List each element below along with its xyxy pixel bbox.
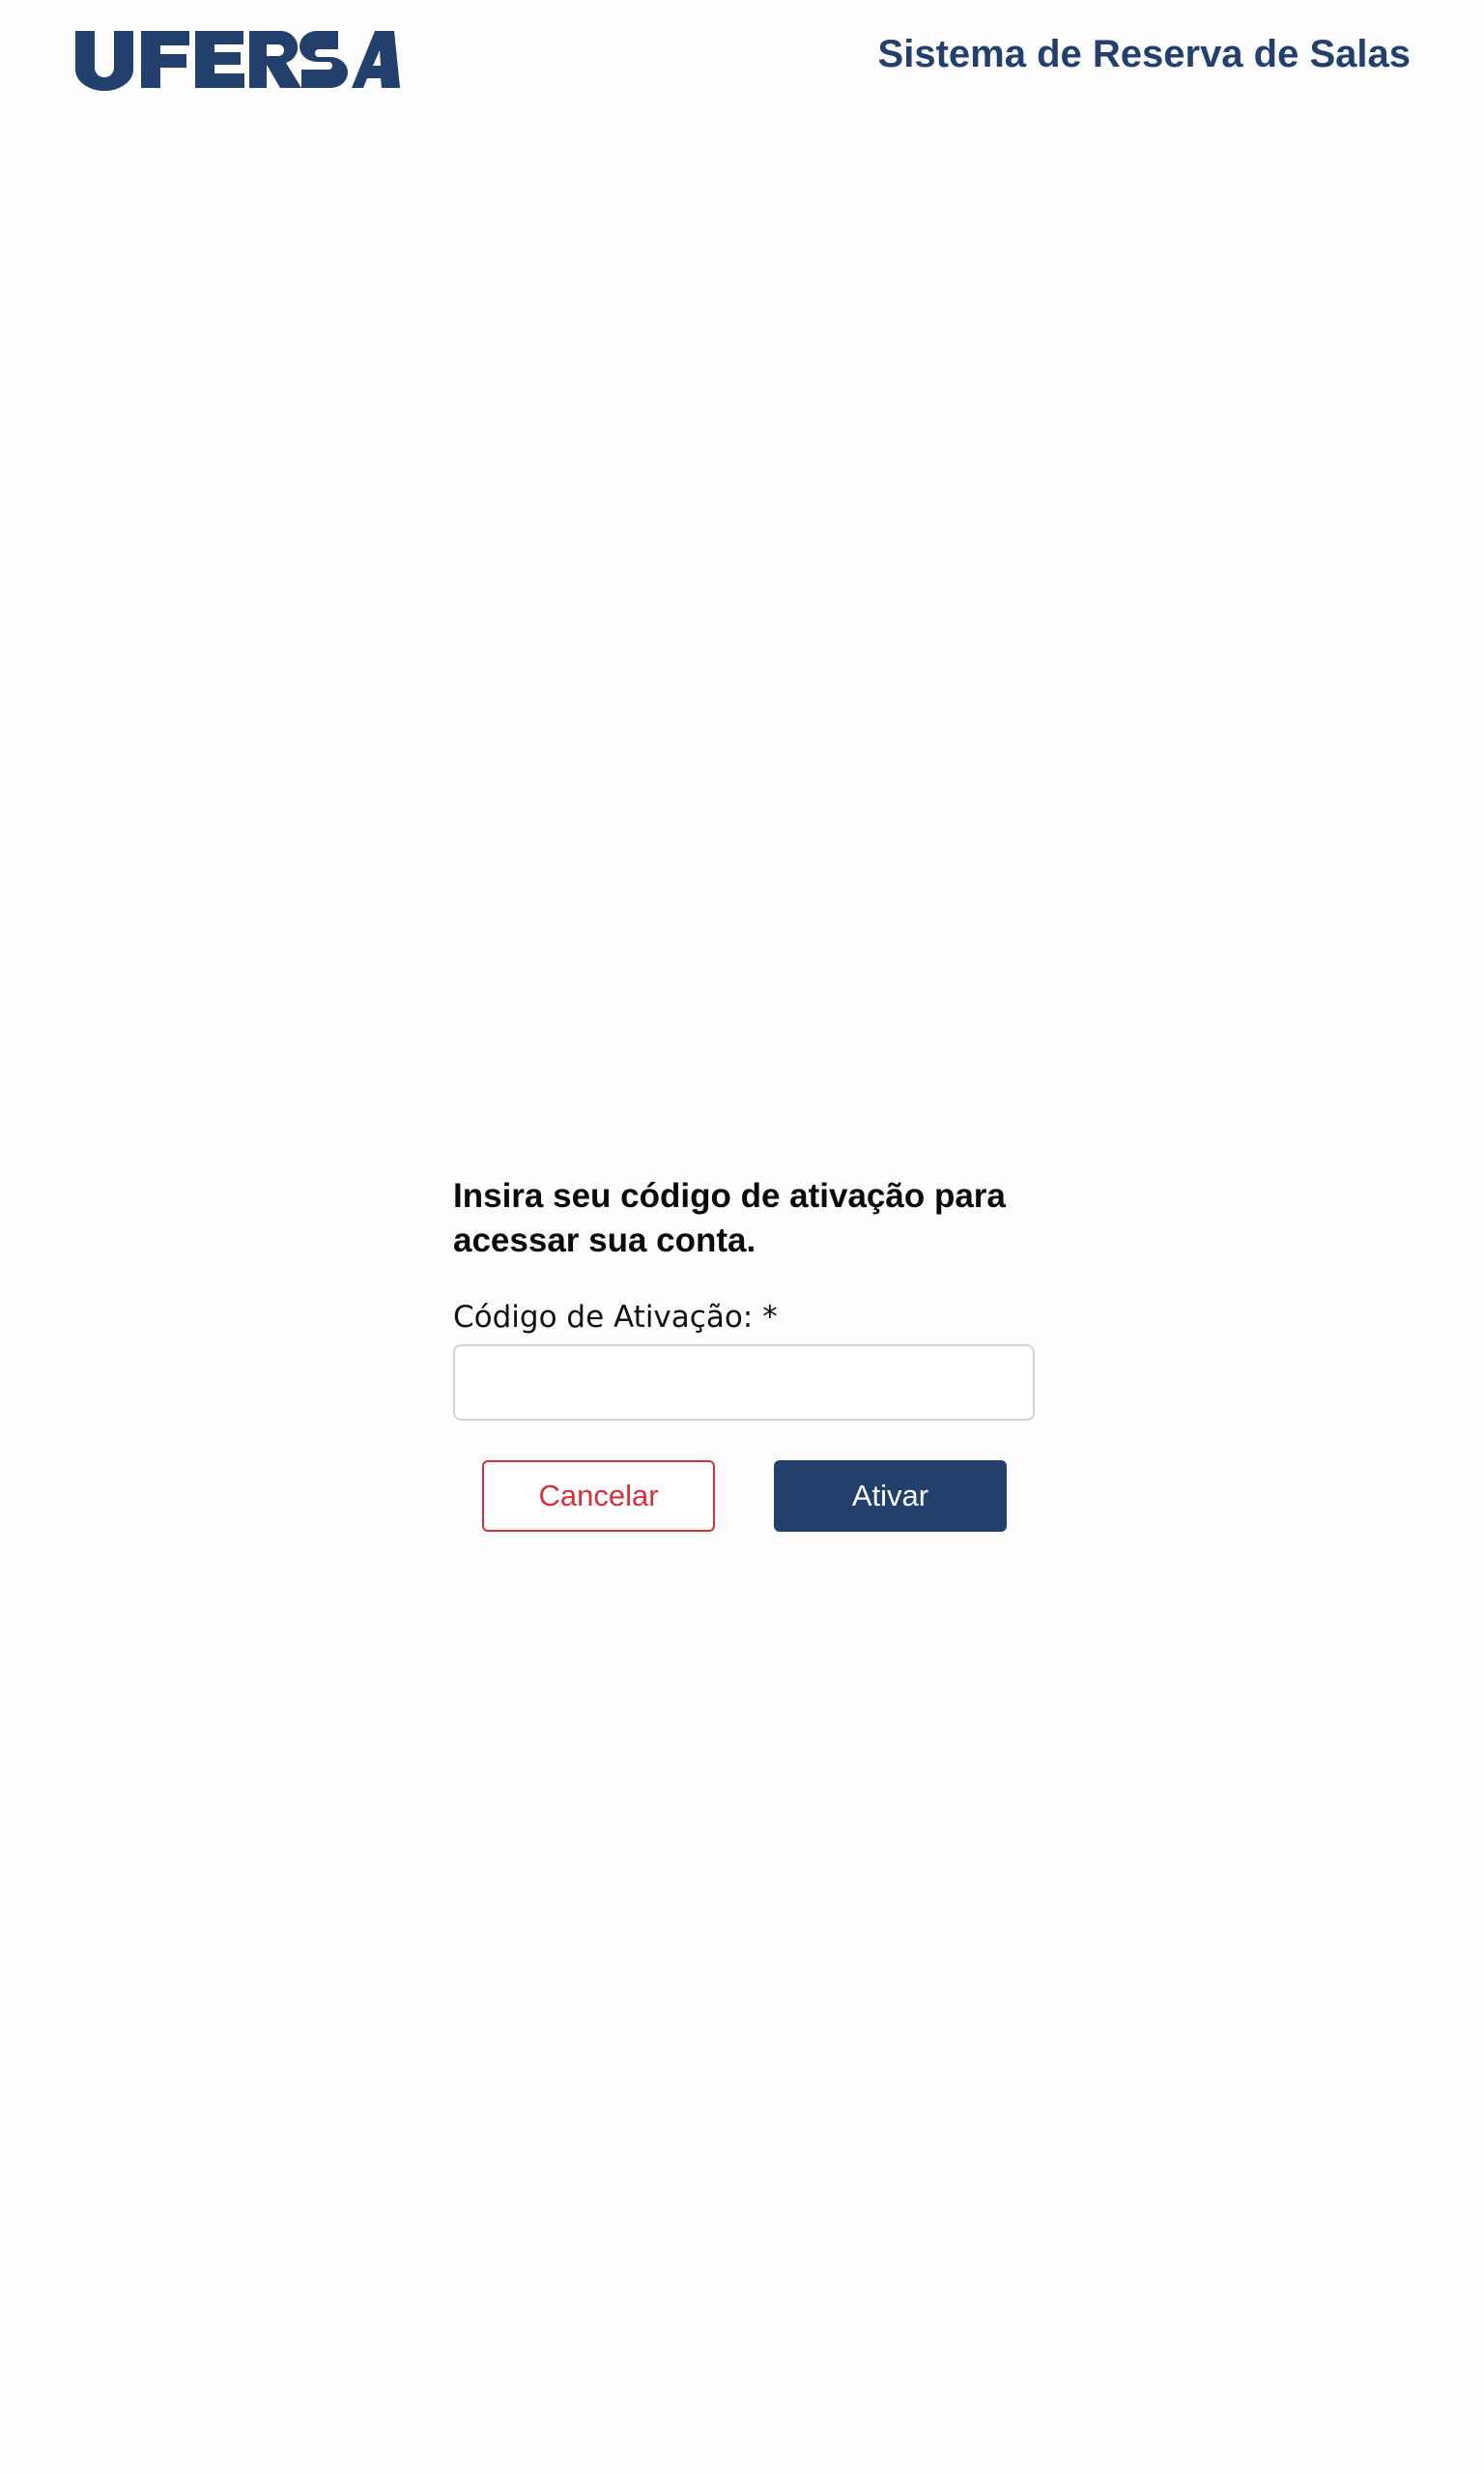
activate-button[interactable]: Ativar [774, 1460, 1007, 1532]
page-header: Sistema de Reserva de Salas [0, 0, 1484, 126]
ufersa-logo [71, 27, 400, 91]
system-title: Sistema de Reserva de Salas [877, 33, 1411, 75]
activation-page: Sistema de Reserva de Salas Insira seu c… [0, 0, 1484, 2474]
activation-code-label: Código de Ativação: * [453, 1300, 778, 1335]
activation-code-input[interactable] [453, 1344, 1035, 1421]
activation-form: Insira seu código de ativação para acess… [453, 1174, 1035, 1532]
form-actions: Cancelar Ativar [453, 1460, 1035, 1532]
ufersa-logo-mark [75, 31, 400, 91]
form-heading: Insira seu código de ativação para acess… [453, 1177, 1006, 1259]
cancel-button[interactable]: Cancelar [482, 1460, 715, 1532]
